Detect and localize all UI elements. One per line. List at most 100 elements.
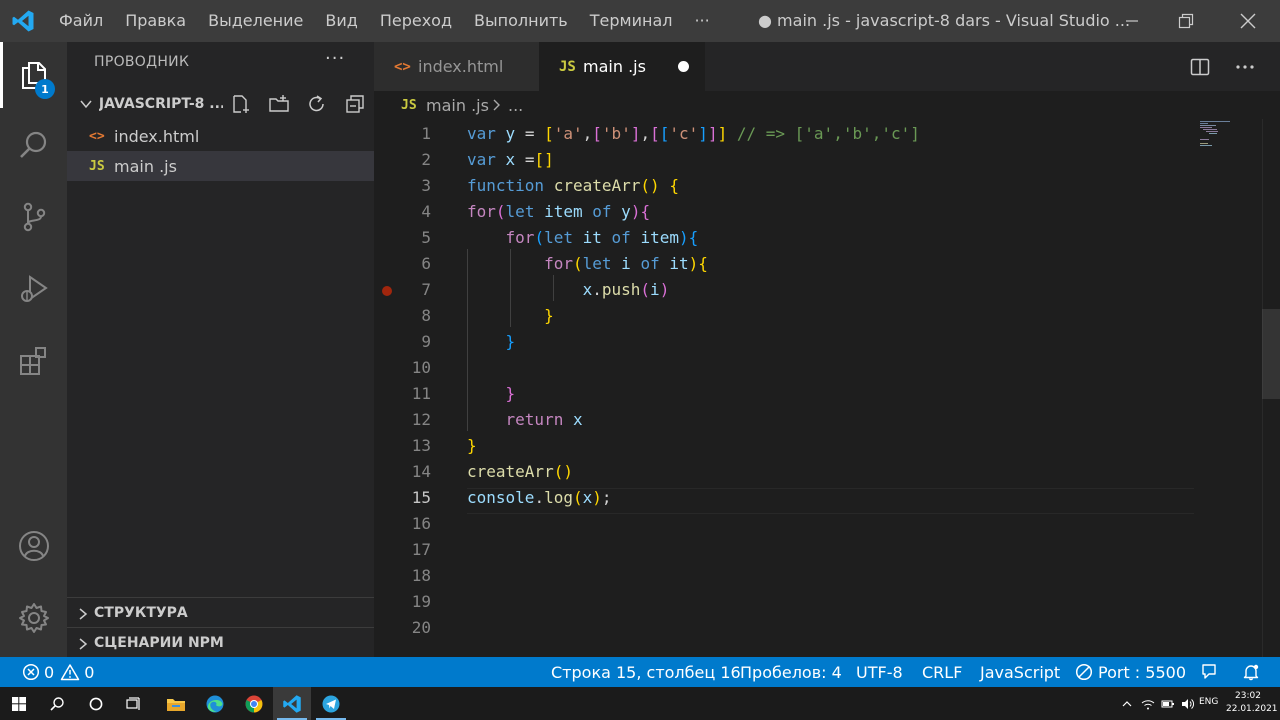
volume-icon[interactable] — [1178, 687, 1198, 720]
error-icon — [22, 663, 40, 681]
wifi-icon[interactable] — [1138, 687, 1158, 720]
code-line: 15 console.log(x); — [374, 485, 1280, 511]
edge-browser-icon[interactable] — [196, 687, 234, 720]
code-token: ] — [698, 124, 708, 143]
code-token: ( — [640, 280, 651, 299]
windows-start-icon[interactable] — [0, 687, 38, 720]
minimap[interactable] — [1200, 119, 1262, 149]
line-number: 20 — [411, 618, 431, 637]
breadcrumb-more[interactable]: ... — [508, 96, 523, 115]
code-line: 13} — [374, 433, 1280, 459]
code-token: 'a' — [553, 124, 583, 143]
keyboard-language[interactable]: ENG — [1199, 697, 1218, 707]
menu-view[interactable]: Вид — [314, 0, 368, 42]
code-token: [ — [659, 124, 670, 143]
feedback-icon[interactable] — [1200, 657, 1218, 687]
collapse-all-icon[interactable] — [336, 90, 374, 118]
cursor-position[interactable]: Строка 15, столбец 16 — [551, 657, 741, 687]
section-npm-scripts[interactable]: СЦЕНАРИИ NPM — [67, 627, 374, 657]
code-token: () — [553, 462, 573, 481]
tab-main-js[interactable]: JS main .js — [539, 42, 705, 91]
sidebar-more-button[interactable]: ··· — [325, 48, 345, 69]
minimize-button[interactable] — [1104, 0, 1160, 42]
task-view-icon[interactable] — [115, 687, 153, 720]
cortana-icon[interactable] — [77, 687, 115, 720]
code-token: push — [601, 280, 641, 299]
notifications-bell-icon[interactable] — [1242, 657, 1260, 687]
close-window-button[interactable] — [1220, 0, 1276, 42]
extensions-icon[interactable] — [0, 330, 67, 392]
file-explorer-app-icon[interactable] — [157, 687, 195, 720]
code-token: var — [467, 124, 496, 143]
code-text: function createArr() { — [467, 173, 679, 199]
more-actions-icon[interactable] — [1232, 54, 1258, 80]
refresh-icon[interactable] — [298, 90, 336, 118]
new-folder-icon[interactable] — [260, 90, 298, 118]
code-text: console.log(x); — [467, 485, 612, 511]
split-editor-icon[interactable] — [1187, 54, 1213, 80]
language-mode[interactable]: JavaScript — [980, 657, 1060, 687]
code-token: ] — [707, 124, 718, 143]
code-token: it — [582, 228, 602, 247]
code-token: ) — [592, 488, 602, 507]
menu-go[interactable]: Переход — [369, 0, 463, 42]
file-item-index-html[interactable]: <> index.html — [67, 121, 374, 151]
system-clock[interactable]: 23:02 22.01.2021 — [1226, 690, 1278, 716]
search-icon[interactable] — [0, 114, 67, 176]
clock-time: 23:02 — [1235, 691, 1261, 701]
code-token: createArr — [467, 462, 554, 481]
folder-row[interactable]: JAVASCRIPT-8 ... — [67, 90, 374, 118]
chrome-browser-icon[interactable] — [235, 687, 273, 720]
code-editor[interactable]: 1 var y = ['a',['b'],[['c']]] // => ['a',… — [374, 119, 1280, 657]
problems-indicator[interactable]: 0 0 — [22, 657, 94, 687]
code-token: for — [544, 254, 573, 273]
eol-setting[interactable]: CRLF — [922, 657, 962, 687]
chevron-right-icon — [77, 606, 89, 625]
js-file-icon: JS — [559, 58, 576, 75]
new-file-icon[interactable] — [223, 90, 261, 118]
account-icon[interactable] — [0, 515, 67, 577]
vscode-taskbar-icon[interactable] — [273, 687, 311, 720]
code-token: ) — [678, 228, 689, 247]
code-token: ; — [601, 488, 612, 507]
settings-gear-icon[interactable] — [0, 587, 67, 649]
menu-selection[interactable]: Выделение — [197, 0, 314, 42]
encoding-setting[interactable]: UTF-8 — [856, 657, 903, 687]
line-number: 1 — [421, 124, 431, 143]
code-token: of — [592, 202, 612, 221]
run-debug-icon[interactable] — [0, 258, 67, 320]
code-token: of — [611, 228, 631, 247]
live-server-port[interactable]: Port : 5500 — [1075, 657, 1186, 687]
telegram-icon[interactable] — [312, 687, 350, 720]
code-text: x.push(i) — [467, 277, 670, 303]
code-token: ( — [572, 254, 583, 273]
section-outline[interactable]: СТРУКТУРА — [67, 597, 374, 627]
battery-icon[interactable] — [1158, 687, 1178, 720]
tray-chevron-up-icon[interactable] — [1116, 687, 1138, 720]
breadcrumb-file[interactable]: main .js — [426, 96, 489, 115]
tab-bar: <> index.html JS main .js — [374, 42, 1280, 91]
js-file-icon: JS — [89, 158, 105, 174]
menu-run[interactable]: Выполнить — [463, 0, 579, 42]
tab-index-html[interactable]: <> index.html — [374, 42, 539, 91]
code-token: // => ['a','b','c'] — [736, 124, 920, 143]
menu-file[interactable]: Файл — [46, 0, 114, 42]
taskbar-search-icon[interactable] — [38, 687, 76, 720]
indentation-setting[interactable]: Пробелов: 4 — [740, 657, 842, 687]
menu-edit[interactable]: Правка — [114, 0, 197, 42]
code-line: 11 } — [374, 381, 1280, 407]
file-item-main-js[interactable]: JS main .js — [67, 151, 374, 181]
source-control-icon[interactable] — [0, 186, 67, 248]
menu-more[interactable]: ··· — [683, 0, 720, 42]
status-bar: 0 0 Строка 15, столбец 16 Пробелов: 4 UT… — [0, 657, 1280, 687]
code-token: [ — [650, 124, 660, 143]
restore-button[interactable] — [1158, 0, 1214, 42]
unsaved-dot-icon[interactable] — [678, 61, 689, 72]
explorer-icon[interactable]: 1 — [0, 44, 67, 106]
scrollbar-thumb[interactable] — [1262, 309, 1280, 399]
menu-terminal[interactable]: Терминал — [579, 0, 684, 42]
code-token: { — [640, 202, 651, 221]
